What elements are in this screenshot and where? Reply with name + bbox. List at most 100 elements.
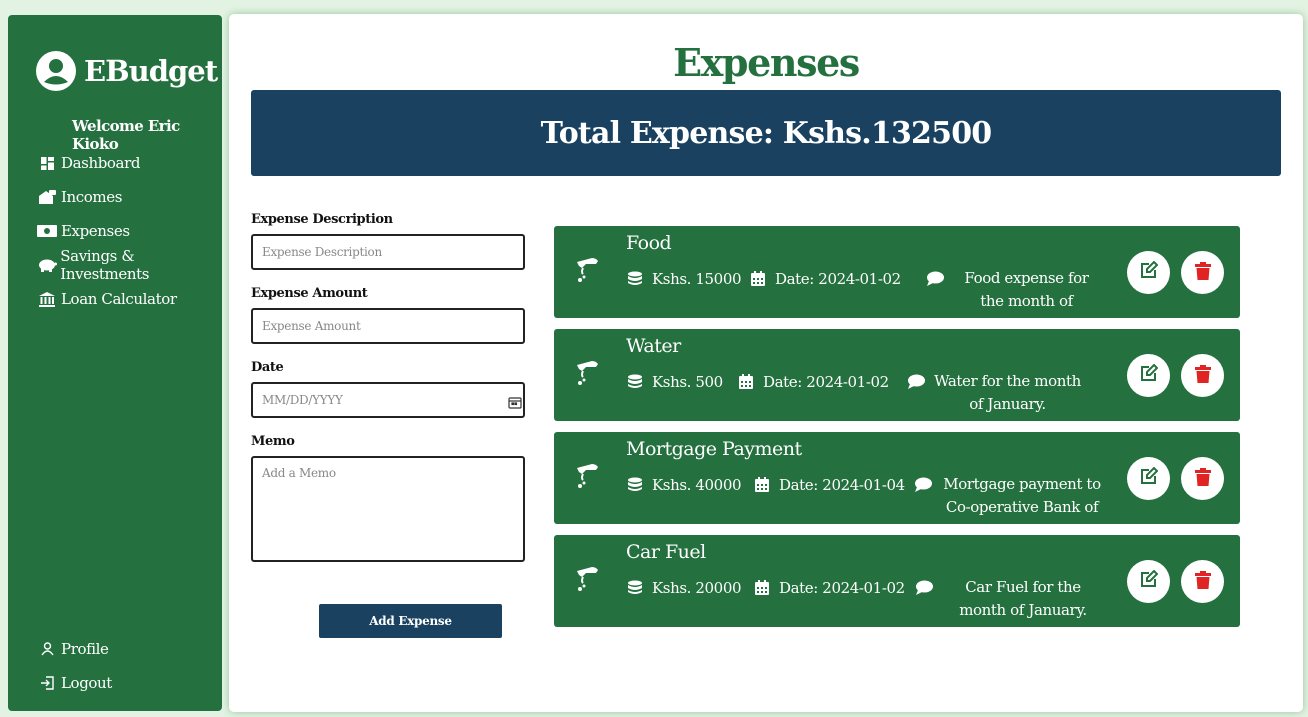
coins-icon bbox=[626, 270, 644, 286]
memo-textarea[interactable] bbox=[251, 456, 525, 562]
description-label: Expense Description bbox=[251, 212, 393, 227]
date-field-wrapper bbox=[251, 382, 526, 418]
user-avatar-icon bbox=[36, 51, 76, 91]
money-icon bbox=[36, 223, 58, 239]
delete-button[interactable] bbox=[1181, 560, 1224, 603]
brand: EBudget bbox=[36, 51, 218, 91]
money-hand-icon bbox=[574, 462, 600, 494]
expense-date: Date: 2024-01-04 bbox=[753, 476, 905, 494]
sidebar-item-label: Loan Calculator bbox=[61, 290, 177, 308]
coins-icon bbox=[626, 579, 644, 595]
expense-amount-input[interactable] bbox=[251, 308, 525, 344]
bank-icon bbox=[36, 291, 58, 307]
expense-amount: Kshs. 500 bbox=[626, 373, 723, 391]
edit-icon bbox=[1139, 569, 1159, 593]
sidebar-item-label: Savings & Investments bbox=[60, 247, 150, 283]
expense-date: Date: 2024-01-02 bbox=[753, 579, 905, 597]
calendar-icon bbox=[737, 373, 755, 389]
sidebar-item-savings[interactable]: Savings & Investments bbox=[36, 247, 222, 283]
calendar-icon[interactable] bbox=[508, 394, 522, 413]
edit-button[interactable] bbox=[1127, 457, 1170, 500]
dashboard-icon bbox=[36, 155, 58, 171]
total-expense-banner: Total Expense: Kshs.132500 bbox=[251, 90, 1281, 176]
sidebar: EBudget Welcome Eric Kioko Dashboard Inc… bbox=[8, 15, 222, 711]
user-icon bbox=[36, 641, 58, 657]
calendar-icon bbox=[753, 579, 771, 595]
expense-date: Date: 2024-01-02 bbox=[737, 373, 889, 391]
expense-amount-text: Kshs. 15000 bbox=[652, 270, 742, 288]
expense-name: Food bbox=[626, 232, 672, 254]
expense-amount: Kshs. 15000 bbox=[626, 270, 742, 288]
expense-memo: Mortgage payment to Co-operative Bank of… bbox=[914, 475, 1104, 542]
expense-name: Mortgage Payment bbox=[626, 438, 802, 460]
expense-name: Water bbox=[626, 335, 681, 357]
income-icon bbox=[36, 189, 58, 205]
expense-memo-text: Water for the month of January. bbox=[934, 372, 1081, 413]
sidebar-item-label: Dashboard bbox=[61, 154, 141, 172]
sidebar-nav: Dashboard Incomes Expenses Savings & Inv… bbox=[36, 146, 222, 316]
expense-list: Food Kshs. 15000 Date: 2024-01-02 Food e… bbox=[554, 226, 1240, 638]
coins-icon bbox=[626, 476, 644, 492]
sidebar-item-incomes[interactable]: Incomes bbox=[36, 180, 222, 214]
expense-date: Date: 2024-01-02 bbox=[749, 270, 901, 288]
expense-memo-text: Car Fuel for the month of January. bbox=[959, 578, 1087, 619]
comment-icon bbox=[915, 579, 933, 595]
amount-label: Expense Amount bbox=[251, 286, 368, 301]
expense-amount-text: Kshs. 20000 bbox=[652, 579, 742, 597]
calendar-icon bbox=[753, 476, 771, 492]
expense-amount: Kshs. 40000 bbox=[626, 476, 742, 494]
expense-amount-text: Kshs. 40000 bbox=[652, 476, 742, 494]
sidebar-item-label: Expenses bbox=[61, 222, 130, 240]
piggy-bank-icon bbox=[36, 257, 57, 273]
expense-date-text: Date: 2024-01-02 bbox=[775, 270, 901, 288]
brand-title: EBudget bbox=[84, 54, 218, 88]
trash-icon bbox=[1194, 570, 1211, 593]
edit-button[interactable] bbox=[1127, 560, 1170, 603]
sidebar-item-label: Profile bbox=[61, 640, 109, 658]
sidebar-item-dashboard[interactable]: Dashboard bbox=[36, 146, 222, 180]
expense-description-input[interactable] bbox=[251, 234, 525, 270]
expense-amount: Kshs. 20000 bbox=[626, 579, 742, 597]
logout-icon bbox=[36, 675, 58, 691]
edit-button[interactable] bbox=[1127, 354, 1170, 397]
expense-memo: Food expense for the month of January. bbox=[926, 269, 1101, 336]
delete-button[interactable] bbox=[1181, 354, 1224, 397]
edit-button[interactable] bbox=[1127, 251, 1170, 294]
date-input[interactable] bbox=[251, 382, 525, 418]
expense-date-text: Date: 2024-01-02 bbox=[763, 373, 889, 391]
sidebar-bottom-nav: Profile Logout bbox=[36, 632, 112, 700]
expense-card: Food Kshs. 15000 Date: 2024-01-02 Food e… bbox=[554, 226, 1240, 333]
page-title: Expenses bbox=[673, 40, 860, 85]
date-label: Date bbox=[251, 360, 284, 375]
sidebar-item-label: Logout bbox=[61, 674, 112, 692]
sidebar-item-label: Incomes bbox=[61, 188, 123, 206]
trash-icon bbox=[1194, 467, 1211, 490]
sidebar-item-loan-calculator[interactable]: Loan Calculator bbox=[36, 282, 222, 316]
main-panel: Expenses Total Expense: Kshs.132500 Expe… bbox=[229, 14, 1303, 712]
delete-button[interactable] bbox=[1181, 251, 1224, 294]
expense-memo: Water for the month of January. bbox=[907, 372, 1082, 416]
expense-date-text: Date: 2024-01-04 bbox=[779, 476, 905, 494]
money-hand-icon bbox=[574, 359, 600, 391]
add-expense-button[interactable]: Add Expense bbox=[319, 604, 502, 638]
coins-icon bbox=[626, 373, 644, 389]
expense-amount-text: Kshs. 500 bbox=[652, 373, 723, 391]
expense-card: Water Kshs. 500 Date: 2024-01-02 Water f… bbox=[554, 329, 1240, 421]
comment-icon bbox=[907, 373, 925, 389]
expense-memo-text: Food expense for the month of January. bbox=[964, 269, 1089, 333]
expense-name: Car Fuel bbox=[626, 541, 706, 563]
delete-button[interactable] bbox=[1181, 457, 1224, 500]
money-hand-icon bbox=[574, 256, 600, 288]
comment-icon bbox=[914, 476, 932, 492]
add-expense-form: Expense Description Expense Amount Date … bbox=[251, 212, 526, 638]
sidebar-item-logout[interactable]: Logout bbox=[36, 666, 112, 700]
sidebar-item-profile[interactable]: Profile bbox=[36, 632, 112, 666]
sidebar-item-expenses[interactable]: Expenses bbox=[36, 214, 222, 248]
money-hand-icon bbox=[574, 565, 600, 597]
expense-date-text: Date: 2024-01-02 bbox=[779, 579, 905, 597]
comment-icon bbox=[926, 270, 944, 286]
edit-icon bbox=[1139, 363, 1159, 387]
trash-icon bbox=[1194, 261, 1211, 284]
expense-memo-text: Mortgage payment to Co-operative Bank of… bbox=[943, 475, 1101, 539]
expense-card: Car Fuel Kshs. 20000 Date: 2024-01-02 Ca… bbox=[554, 535, 1240, 627]
